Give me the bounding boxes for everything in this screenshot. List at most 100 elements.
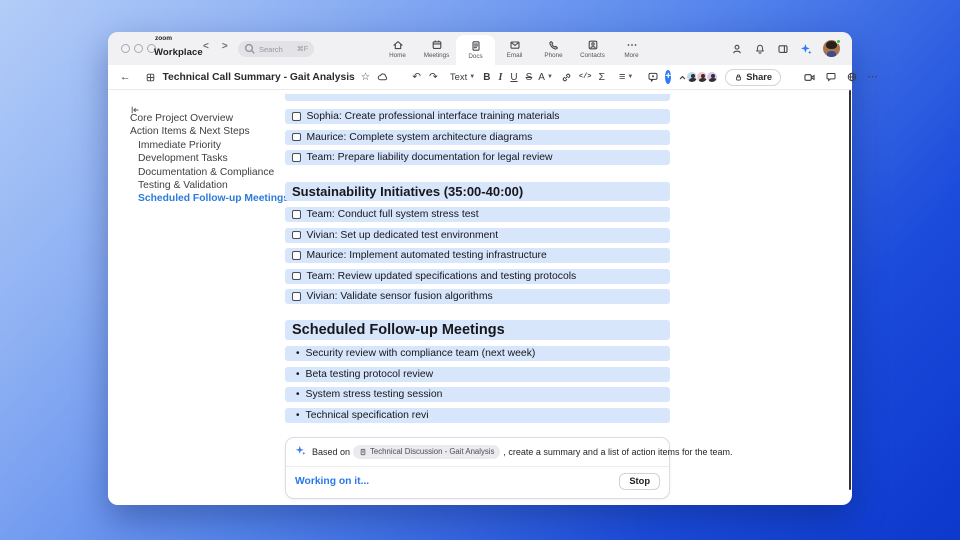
- checklist-item[interactable]: Team: Conduct full system stress test: [285, 207, 670, 222]
- checklist-item[interactable]: Vivian: Validate sensor fusion algorithm…: [285, 289, 670, 304]
- checklist-text: Vivian: Validate sensor fusion algorithm…: [306, 291, 493, 302]
- tab-phone[interactable]: Phone: [534, 32, 573, 65]
- checklist-item[interactable]: Vivian: Set up dedicated test environmen…: [285, 227, 670, 243]
- checklist-item[interactable]: Team: Review updated specifications and …: [285, 268, 670, 284]
- checkbox[interactable]: [292, 153, 301, 162]
- italic-icon[interactable]: I: [498, 72, 502, 83]
- bullet-item[interactable]: • Technical specification revi: [285, 407, 670, 423]
- checklist-item[interactable]: Sophia: Create professional interface tr…: [285, 109, 670, 124]
- ai-companion-panel: Based on Technical Discussion - Gait Ana…: [285, 436, 733, 499]
- bullet-dot: •: [296, 409, 300, 421]
- text-style-dropdown[interactable]: Text ▼: [450, 72, 475, 83]
- outline-sidebar: Core Project Overview Action Items & Next…: [108, 90, 289, 505]
- strikethrough-icon[interactable]: S: [526, 72, 533, 83]
- bullet-dot: •: [296, 368, 300, 380]
- sidebar-item-documentation-compliance[interactable]: Documentation & Compliance: [108, 166, 279, 179]
- more-icon: [626, 39, 638, 51]
- checkbox[interactable]: [292, 251, 301, 260]
- sidebar-item-development-tasks[interactable]: Development Tasks: [108, 152, 279, 165]
- checkbox[interactable]: [292, 292, 301, 301]
- checklist-item[interactable]: Team: Prepare liability documentation fo…: [285, 150, 670, 165]
- tab-label: Contacts: [580, 51, 605, 59]
- link-icon[interactable]: [561, 72, 572, 83]
- scrollbar[interactable]: [848, 90, 851, 490]
- doc-home-grid-icon[interactable]: [145, 72, 156, 83]
- checkbox[interactable]: [292, 132, 301, 142]
- bullet-text: Technical specification revi: [305, 409, 429, 421]
- heading-row[interactable]: Sustainability Initiatives (35:00-40:00): [285, 182, 670, 201]
- ai-prompt-prefix: Based on: [312, 446, 351, 457]
- code-icon[interactable]: </>: [579, 73, 592, 81]
- undo-icon[interactable]: ↶: [412, 71, 421, 83]
- phone-icon: [548, 39, 560, 51]
- email-icon: [509, 39, 521, 51]
- tab-label: Docs: [468, 53, 483, 60]
- minimize-window-button[interactable]: [134, 44, 143, 53]
- share-button[interactable]: Share: [725, 68, 782, 86]
- checklist-item[interactable]: Maurice: Implement automated testing inf…: [285, 248, 670, 263]
- underline-icon[interactable]: U: [510, 72, 517, 83]
- tab-contacts[interactable]: Contacts: [573, 32, 612, 65]
- checkbox[interactable]: [292, 271, 301, 281]
- tab-email[interactable]: Email: [495, 32, 534, 65]
- topbar-right: [731, 32, 841, 65]
- collaborator-avatars: [686, 71, 719, 83]
- list-format-dropdown[interactable]: ≡ ▼: [619, 71, 633, 83]
- sidebar-item-testing-validation[interactable]: Testing & Validation: [108, 179, 279, 192]
- sidebar-item-action-items-next-steps[interactable]: Action Items & Next Steps: [108, 125, 279, 138]
- nav-forward-icon[interactable]: >: [222, 41, 228, 52]
- checkbox[interactable]: [292, 112, 301, 121]
- ai-prompt-suffix: , create a summary and a list of action …: [503, 446, 733, 457]
- contacts-icon: [587, 39, 599, 51]
- side-panel-toggle-icon[interactable]: [777, 43, 789, 55]
- text-color-dropdown[interactable]: A ▼: [538, 72, 553, 83]
- nav-back-icon[interactable]: <: [203, 41, 209, 52]
- checkbox[interactable]: [292, 210, 301, 219]
- source-doc-chip[interactable]: Technical Discussion - Gait Analysis: [353, 444, 501, 459]
- tab-more[interactable]: More: [612, 32, 651, 65]
- checklist-item[interactable]: Maurice: Complete system architecture di…: [285, 129, 670, 145]
- notifications-bell-icon[interactable]: [754, 43, 766, 55]
- bullet-dot: •: [296, 348, 300, 359]
- tab-docs[interactable]: Docs: [456, 35, 495, 65]
- bullet-text: Beta testing protocol review: [305, 368, 434, 380]
- tab-meetings[interactable]: Meetings: [417, 32, 456, 65]
- chat-icon[interactable]: [825, 71, 837, 83]
- online-status-dot: [836, 39, 841, 44]
- favorite-star-icon[interactable]: ☆: [361, 71, 370, 83]
- stop-button[interactable]: Stop: [619, 472, 660, 490]
- search-input[interactable]: Search ⌘F: [238, 41, 314, 57]
- collaborator-avatar[interactable]: [706, 71, 719, 83]
- ai-companion-icon[interactable]: [800, 43, 812, 55]
- bullet-item[interactable]: • Beta testing protocol review: [285, 366, 670, 382]
- bullet-item[interactable]: • Security review with compliance team (n…: [285, 346, 670, 361]
- user-avatar[interactable]: [823, 39, 841, 57]
- formula-icon[interactable]: Σ: [599, 71, 606, 83]
- checklist-text: Team: Review updated specifications and …: [306, 270, 577, 282]
- sidebar-item-core-project-overview[interactable]: Core Project Overview: [108, 112, 279, 125]
- ai-prompt-row: Based on Technical Discussion - Gait Ana…: [286, 438, 733, 467]
- sidebar-item-immediate-priority[interactable]: Immediate Priority: [108, 139, 279, 152]
- top-bar: zoom Workplace < > Search ⌘F Home Meeting…: [108, 32, 852, 65]
- bullet-item[interactable]: • System stress testing session: [285, 387, 670, 402]
- bold-icon[interactable]: B: [483, 72, 490, 83]
- checkbox[interactable]: [292, 230, 301, 240]
- insert-plus-button[interactable]: +: [665, 70, 672, 84]
- tab-label: More: [624, 51, 639, 59]
- globe-icon[interactable]: [846, 71, 858, 83]
- video-camera-icon[interactable]: [803, 71, 816, 84]
- zoom-workplace-logo: zoom Workplace: [154, 35, 203, 58]
- heading-row[interactable]: Scheduled Follow-up Meetings: [285, 320, 670, 340]
- more-options-icon[interactable]: ⋯: [867, 71, 878, 83]
- tab-home[interactable]: Home: [378, 32, 417, 65]
- profile-icon[interactable]: [731, 43, 743, 55]
- sidebar-item-scheduled-follow-up-meetings[interactable]: Scheduled Follow-up Meetings: [108, 192, 289, 205]
- clipped-row[interactable]: [285, 94, 670, 101]
- comment-icon[interactable]: [647, 71, 659, 83]
- topnav: Home Meetings Docs Email Phone Contacts More: [378, 32, 651, 65]
- close-window-button[interactable]: [121, 44, 130, 53]
- checklist-text: Maurice: Complete system architecture di…: [306, 131, 533, 143]
- redo-icon[interactable]: ↷: [429, 71, 438, 83]
- back-icon[interactable]: ←: [120, 71, 131, 83]
- ai-status-row: Working on it... Stop: [286, 467, 669, 498]
